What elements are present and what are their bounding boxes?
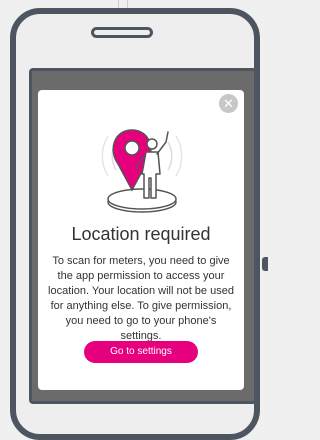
close-icon[interactable]: ✕ (219, 94, 238, 113)
location-permission-dialog: ✕ Location required To scan for meters, … (38, 90, 244, 390)
phone-side-button (262, 257, 268, 271)
dialog-title: Location required (71, 224, 211, 244)
phone-speaker (91, 27, 153, 38)
go-to-settings-button[interactable]: Go to settings (84, 341, 198, 363)
dialog-message: To scan for meters, you need to give the… (48, 255, 234, 342)
location-pin-person-icon (101, 129, 183, 213)
